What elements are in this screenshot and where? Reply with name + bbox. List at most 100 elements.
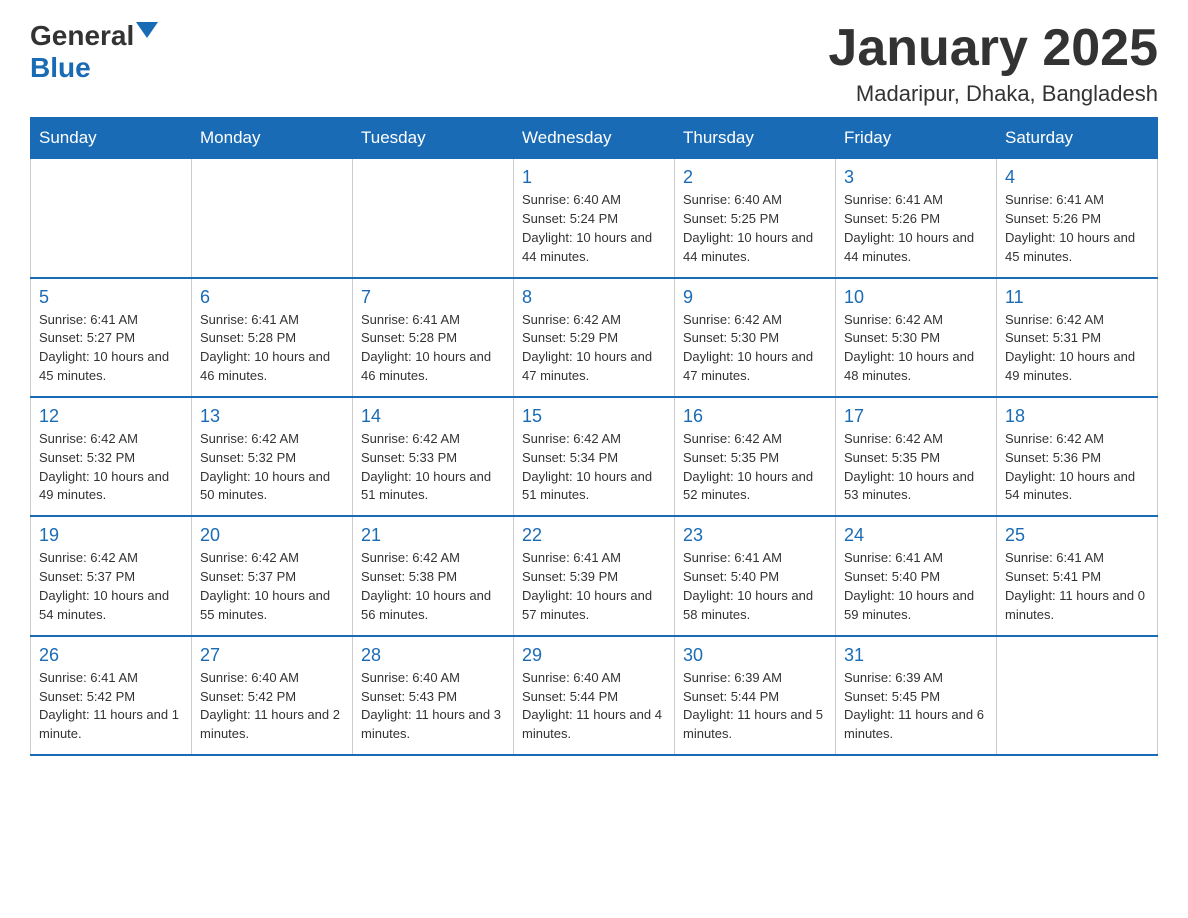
day-number: 8 xyxy=(522,287,666,308)
day-number: 28 xyxy=(361,645,505,666)
day-number: 2 xyxy=(683,167,827,188)
logo-blue-text: Blue xyxy=(30,52,91,84)
calendar-cell: 8 Sunrise: 6:42 AM Sunset: 5:29 PM Daylig… xyxy=(514,278,675,397)
calendar-cell: 7 Sunrise: 6:41 AM Sunset: 5:28 PM Daylig… xyxy=(353,278,514,397)
day-number: 26 xyxy=(39,645,183,666)
page-header: General Blue January 2025 Madaripur, Dha… xyxy=(30,20,1158,107)
day-info: Sunrise: 6:42 AM Sunset: 5:37 PM Dayligh… xyxy=(200,549,344,624)
day-info: Sunrise: 6:41 AM Sunset: 5:26 PM Dayligh… xyxy=(1005,191,1149,266)
day-number: 25 xyxy=(1005,525,1149,546)
calendar-cell: 2 Sunrise: 6:40 AM Sunset: 5:25 PM Daylig… xyxy=(675,159,836,278)
day-info: Sunrise: 6:40 AM Sunset: 5:25 PM Dayligh… xyxy=(683,191,827,266)
calendar-table: SundayMondayTuesdayWednesdayThursdayFrid… xyxy=(30,117,1158,756)
calendar-cell: 3 Sunrise: 6:41 AM Sunset: 5:26 PM Daylig… xyxy=(836,159,997,278)
calendar-cell: 20 Sunrise: 6:42 AM Sunset: 5:37 PM Dayli… xyxy=(192,516,353,635)
day-info: Sunrise: 6:39 AM Sunset: 5:45 PM Dayligh… xyxy=(844,669,988,744)
day-info: Sunrise: 6:40 AM Sunset: 5:42 PM Dayligh… xyxy=(200,669,344,744)
calendar-cell xyxy=(31,159,192,278)
calendar-cell: 28Sunrise: 6:40 AM Sunset: 5:43 PM Dayli… xyxy=(353,636,514,755)
calendar-cell: 24 Sunrise: 6:41 AM Sunset: 5:40 PM Dayli… xyxy=(836,516,997,635)
day-info: Sunrise: 6:41 AM Sunset: 5:40 PM Dayligh… xyxy=(683,549,827,624)
weekday-header-sunday: Sunday xyxy=(31,118,192,159)
day-number: 24 xyxy=(844,525,988,546)
day-number: 31 xyxy=(844,645,988,666)
day-number: 4 xyxy=(1005,167,1149,188)
day-number: 13 xyxy=(200,406,344,427)
day-number: 19 xyxy=(39,525,183,546)
day-number: 14 xyxy=(361,406,505,427)
day-number: 21 xyxy=(361,525,505,546)
calendar-cell: 4 Sunrise: 6:41 AM Sunset: 5:26 PM Daylig… xyxy=(997,159,1158,278)
day-number: 30 xyxy=(683,645,827,666)
day-info: Sunrise: 6:41 AM Sunset: 5:28 PM Dayligh… xyxy=(200,311,344,386)
weekday-header-thursday: Thursday xyxy=(675,118,836,159)
day-info: Sunrise: 6:41 AM Sunset: 5:41 PM Dayligh… xyxy=(1005,549,1149,624)
day-number: 17 xyxy=(844,406,988,427)
calendar-cell: 19Sunrise: 6:42 AM Sunset: 5:37 PM Dayli… xyxy=(31,516,192,635)
day-info: Sunrise: 6:42 AM Sunset: 5:33 PM Dayligh… xyxy=(361,430,505,505)
day-number: 23 xyxy=(683,525,827,546)
calendar-cell: 22 Sunrise: 6:41 AM Sunset: 5:39 PM Dayli… xyxy=(514,516,675,635)
week-row-2: 5 Sunrise: 6:41 AM Sunset: 5:27 PM Daylig… xyxy=(31,278,1158,397)
weekday-header-friday: Friday xyxy=(836,118,997,159)
logo-triangle-icon xyxy=(136,22,158,38)
calendar-cell: 14 Sunrise: 6:42 AM Sunset: 5:33 PM Dayli… xyxy=(353,397,514,516)
day-number: 5 xyxy=(39,287,183,308)
day-number: 10 xyxy=(844,287,988,308)
day-number: 7 xyxy=(361,287,505,308)
day-info: Sunrise: 6:40 AM Sunset: 5:44 PM Dayligh… xyxy=(522,669,666,744)
day-info: Sunrise: 6:42 AM Sunset: 5:31 PM Dayligh… xyxy=(1005,311,1149,386)
day-info: Sunrise: 6:42 AM Sunset: 5:35 PM Dayligh… xyxy=(683,430,827,505)
weekday-header-wednesday: Wednesday xyxy=(514,118,675,159)
day-number: 29 xyxy=(522,645,666,666)
day-number: 18 xyxy=(1005,406,1149,427)
calendar-cell: 15 Sunrise: 6:42 AM Sunset: 5:34 PM Dayli… xyxy=(514,397,675,516)
calendar-cell: 25 Sunrise: 6:41 AM Sunset: 5:41 PM Dayli… xyxy=(997,516,1158,635)
day-number: 3 xyxy=(844,167,988,188)
title-section: January 2025 Madaripur, Dhaka, Banglades… xyxy=(828,20,1158,107)
day-number: 20 xyxy=(200,525,344,546)
day-info: Sunrise: 6:42 AM Sunset: 5:32 PM Dayligh… xyxy=(39,430,183,505)
calendar-cell: 29 Sunrise: 6:40 AM Sunset: 5:44 PM Dayli… xyxy=(514,636,675,755)
calendar-cell: 26 Sunrise: 6:41 AM Sunset: 5:42 PM Dayli… xyxy=(31,636,192,755)
weekday-header-row: SundayMondayTuesdayWednesdayThursdayFrid… xyxy=(31,118,1158,159)
day-number: 15 xyxy=(522,406,666,427)
day-number: 22 xyxy=(522,525,666,546)
calendar-cell xyxy=(192,159,353,278)
day-info: Sunrise: 6:42 AM Sunset: 5:34 PM Dayligh… xyxy=(522,430,666,505)
day-info: Sunrise: 6:40 AM Sunset: 5:24 PM Dayligh… xyxy=(522,191,666,266)
weekday-header-tuesday: Tuesday xyxy=(353,118,514,159)
day-number: 11 xyxy=(1005,287,1149,308)
calendar-cell: 11 Sunrise: 6:42 AM Sunset: 5:31 PM Dayli… xyxy=(997,278,1158,397)
day-info: Sunrise: 6:41 AM Sunset: 5:28 PM Dayligh… xyxy=(361,311,505,386)
calendar-cell: 9Sunrise: 6:42 AM Sunset: 5:30 PM Daylig… xyxy=(675,278,836,397)
day-info: Sunrise: 6:42 AM Sunset: 5:38 PM Dayligh… xyxy=(361,549,505,624)
logo-general-text: General xyxy=(30,20,134,52)
calendar-cell: 31 Sunrise: 6:39 AM Sunset: 5:45 PM Dayli… xyxy=(836,636,997,755)
calendar-cell xyxy=(997,636,1158,755)
week-row-1: 1Sunrise: 6:40 AM Sunset: 5:24 PM Daylig… xyxy=(31,159,1158,278)
day-info: Sunrise: 6:42 AM Sunset: 5:29 PM Dayligh… xyxy=(522,311,666,386)
calendar-cell: 23 Sunrise: 6:41 AM Sunset: 5:40 PM Dayli… xyxy=(675,516,836,635)
logo: General Blue xyxy=(30,20,158,84)
day-number: 6 xyxy=(200,287,344,308)
day-info: Sunrise: 6:42 AM Sunset: 5:30 PM Dayligh… xyxy=(844,311,988,386)
day-info: Sunrise: 6:41 AM Sunset: 5:40 PM Dayligh… xyxy=(844,549,988,624)
day-info: Sunrise: 6:41 AM Sunset: 5:42 PM Dayligh… xyxy=(39,669,183,744)
calendar-cell: 17Sunrise: 6:42 AM Sunset: 5:35 PM Dayli… xyxy=(836,397,997,516)
day-info: Sunrise: 6:41 AM Sunset: 5:26 PM Dayligh… xyxy=(844,191,988,266)
weekday-header-saturday: Saturday xyxy=(997,118,1158,159)
day-info: Sunrise: 6:41 AM Sunset: 5:27 PM Dayligh… xyxy=(39,311,183,386)
day-number: 9 xyxy=(683,287,827,308)
day-number: 27 xyxy=(200,645,344,666)
calendar-cell: 27 Sunrise: 6:40 AM Sunset: 5:42 PM Dayli… xyxy=(192,636,353,755)
calendar-cell: 6 Sunrise: 6:41 AM Sunset: 5:28 PM Daylig… xyxy=(192,278,353,397)
day-info: Sunrise: 6:42 AM Sunset: 5:36 PM Dayligh… xyxy=(1005,430,1149,505)
day-info: Sunrise: 6:41 AM Sunset: 5:39 PM Dayligh… xyxy=(522,549,666,624)
week-row-4: 19 Sunrise: 6:42 AM Sunset: 5:37 PM Dayli… xyxy=(31,516,1158,635)
calendar-cell: 18 Sunrise: 6:42 AM Sunset: 5:36 PM Dayli… xyxy=(997,397,1158,516)
calendar-cell: 30 Sunrise: 6:39 AM Sunset: 5:44 PM Dayli… xyxy=(675,636,836,755)
calendar-cell: 5 Sunrise: 6:41 AM Sunset: 5:27 PM Daylig… xyxy=(31,278,192,397)
calendar-cell: 13Sunrise: 6:42 AM Sunset: 5:32 PM Dayli… xyxy=(192,397,353,516)
day-info: Sunrise: 6:39 AM Sunset: 5:44 PM Dayligh… xyxy=(683,669,827,744)
